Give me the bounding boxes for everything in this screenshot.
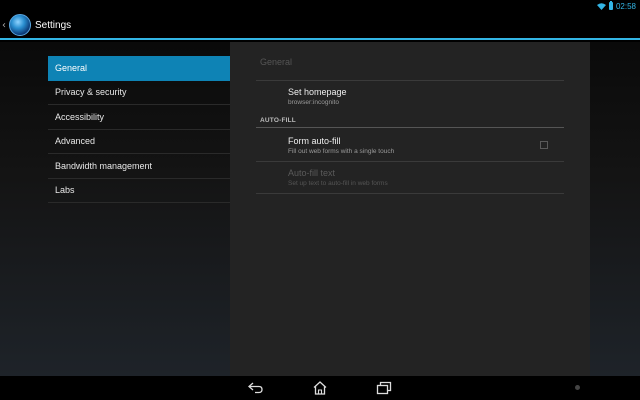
category-label: Accessibility xyxy=(55,111,105,122)
wifi-icon xyxy=(596,2,606,10)
category-divider xyxy=(256,127,564,128)
recent-apps-icon[interactable] xyxy=(375,380,393,396)
navigation-bar xyxy=(0,376,640,400)
category-label: Advanced xyxy=(55,136,96,147)
pref-title: Auto-fill text xyxy=(288,168,336,178)
category-accessibility[interactable]: Accessibility xyxy=(48,105,230,130)
pref-summary: Fill out web forms with a single touch xyxy=(288,148,395,155)
category-general[interactable]: General xyxy=(48,56,230,81)
browser-globe-icon[interactable] xyxy=(9,14,31,36)
category-header-autofill: AUTO-FILL xyxy=(260,117,296,124)
pref-summary: Set up text to auto-fill in web forms xyxy=(288,180,388,187)
pref-summary: browser:incognito xyxy=(288,99,339,106)
battery-icon xyxy=(608,1,613,10)
set-homepage-preference[interactable]: Set homepage browser:incognito xyxy=(288,87,558,106)
settings-category-list: General Privacy & security Accessibility… xyxy=(48,56,230,203)
category-label: Labs xyxy=(55,185,75,196)
autofill-text-preference[interactable]: Auto-fill text Set up text to auto-fill … xyxy=(288,168,558,187)
category-label: General xyxy=(55,63,88,74)
category-label: Privacy & security xyxy=(55,87,127,98)
pref-title: Form auto-fill xyxy=(288,136,341,146)
category-label: Bandwidth management xyxy=(55,160,153,171)
pref-title: Set homepage xyxy=(288,87,347,97)
clock: 02:58 xyxy=(615,1,636,11)
panel-header: General xyxy=(260,57,293,67)
divider xyxy=(256,193,564,194)
category-advanced[interactable]: Advanced xyxy=(48,130,230,154)
category-bandwidth-management[interactable]: Bandwidth management xyxy=(48,154,230,179)
form-autofill-preference[interactable]: Form auto-fill Fill out web forms with a… xyxy=(288,136,558,155)
form-autofill-checkbox[interactable] xyxy=(540,141,548,149)
status-bar: 02:58 xyxy=(0,0,640,12)
up-caret-icon[interactable]: ‹ xyxy=(2,20,8,31)
divider xyxy=(256,80,564,81)
back-icon[interactable] xyxy=(247,380,265,396)
category-privacy-security[interactable]: Privacy & security xyxy=(48,81,230,105)
page-title: Settings xyxy=(35,19,72,31)
action-bar: ‹ Settings xyxy=(0,12,640,40)
category-labs[interactable]: Labs xyxy=(48,179,230,203)
settings-detail-panel: General Set homepage browser:incognito A… xyxy=(230,42,590,376)
divider xyxy=(256,161,564,162)
menu-indicator-icon xyxy=(575,385,580,390)
home-icon[interactable] xyxy=(311,380,329,396)
